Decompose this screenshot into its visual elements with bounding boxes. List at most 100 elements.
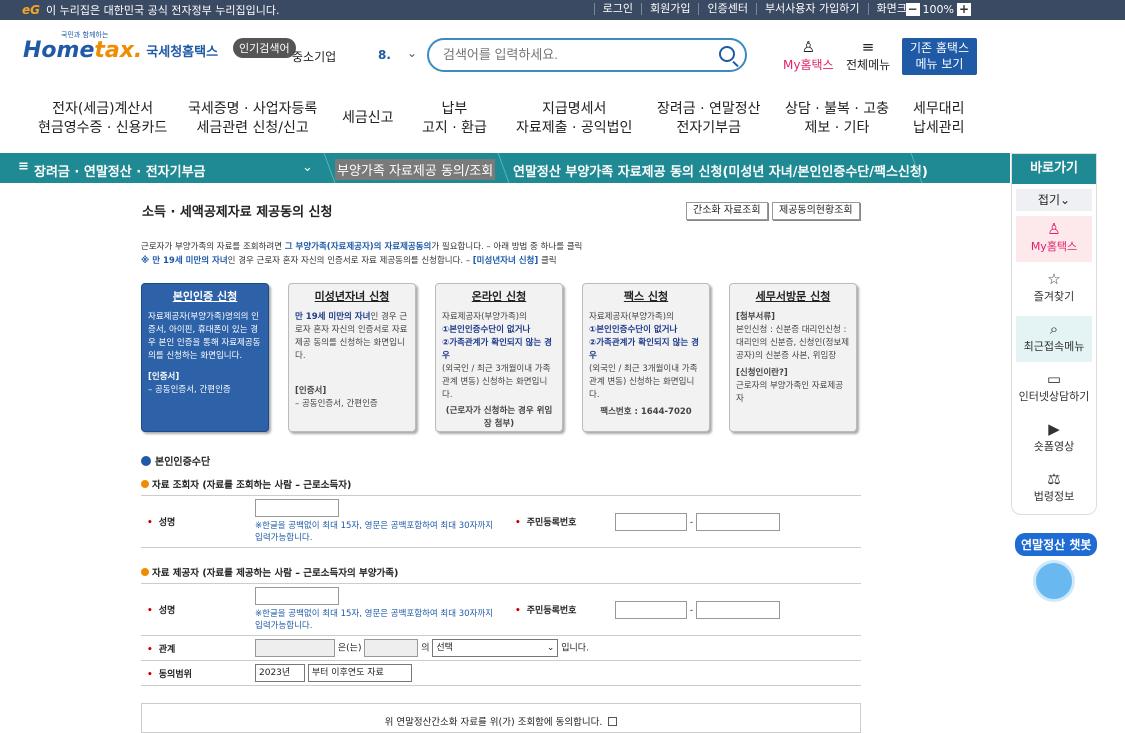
card-extra-title: [인증서] <box>295 386 327 396</box>
quick-fold-button[interactable]: 접기⌄ <box>1016 189 1092 211</box>
search-input[interactable] <box>443 47 713 62</box>
relation-person-b-field <box>364 639 419 657</box>
nav-tax-agent[interactable]: 세무대리 납세관리 <box>913 100 965 138</box>
card-extra-title: [첨부서류] <box>736 312 776 322</box>
quick-favorites[interactable]: ☆ 즐겨찾기 <box>1016 266 1092 312</box>
nav-incentive[interactable]: 장려금 · 연말정산 전자기부금 <box>657 100 761 138</box>
required-mark: • <box>147 606 153 616</box>
provide-rrn-front-input[interactable] <box>615 600 687 619</box>
desc-emph: [미성년자녀 신청] <box>472 256 539 266</box>
range-option-select[interactable]: 부터 이후연도 자료 <box>307 664 412 682</box>
recent-search-icon: ⌕ <box>1049 320 1059 338</box>
old-menu-line2: 메뉴 보기 <box>915 57 964 71</box>
zoom-in-button[interactable]: + <box>957 3 971 16</box>
dept-signup-link[interactable]: 부서사용자 가입하기 <box>755 3 868 15</box>
range-year-value: 2023년 <box>259 668 291 678</box>
nav-label: 상담 · 불복 · 고충 <box>785 101 889 117</box>
quick-label: 최근접속메뉴 <box>1023 340 1085 353</box>
nav-certificate[interactable]: 국세증명 · 사업자등록 세금관련 신청/신고 <box>188 100 317 138</box>
chevron-down-icon[interactable]: ⌄ <box>302 160 313 175</box>
logo-name: 국세청홈택스 <box>146 45 219 60</box>
breadcrumb-level1[interactable]: 장려금 · 연말정산 · 전자기부금 <box>34 161 206 180</box>
card-title: 팩스 신청 <box>623 290 669 303</box>
card-minor-child[interactable]: 미성년자녀 신청 만 19세 미만의 자녀인 경우 근로자 혼자 자신의 인증서… <box>288 283 416 432</box>
main-nav: 전자(세금)계산서현금영수증 · 신용카드 국세증명 · 사업자등록 세금관련 신… <box>0 92 1125 148</box>
rrn-cell: - <box>609 583 861 636</box>
page-title: 소득 · 세액공제자료 제공동의 신청 <box>142 205 333 220</box>
query-rrn-back-input[interactable] <box>695 512 780 531</box>
card-self-auth[interactable]: 본인인증 신청 자료제공자(부양가족)명의의 인증서, 아이핀, 휴대폰이 있는… <box>141 283 269 432</box>
signup-link[interactable]: 회원가입 <box>640 3 698 15</box>
quick-shortform[interactable]: ▶ 숏폼영상 <box>1016 416 1092 462</box>
desc-text: 가 필요합니다. – 아래 방법 중 하나를 클릭 <box>431 242 583 252</box>
myhome-button[interactable]: ♙ My홈택스 <box>783 38 834 73</box>
nav-label: 자료제출 · 공익법인 <box>516 120 633 136</box>
nav-label: 현금영수증 · 신용카드 <box>38 120 168 136</box>
quick-online-consult[interactable]: ▭ 인터넷상담하기 <box>1016 366 1092 412</box>
play-icon: ▶ <box>1048 420 1060 438</box>
all-menu-button[interactable]: ≡ 전체메뉴 <box>846 38 890 73</box>
myhome-label: My홈택스 <box>783 58 834 72</box>
nav-tax-return[interactable]: 세금신고 <box>342 109 394 128</box>
util-links: 로그인 회원가입 인증센터 부서사용자 가입하기 화면크기 <box>593 3 925 15</box>
nav-payment[interactable]: 납부 고지 · 환급 <box>422 100 487 138</box>
popular-search-rank: 8. <box>378 48 391 62</box>
card-title: 본인인증 신청 <box>172 290 238 303</box>
name-hint: ※한글을 공백없이 최대 15자, 영문은 공백포함하여 최대 30자까지 입력… <box>255 521 494 543</box>
hamburger-icon: ≡ <box>861 38 875 56</box>
zoom-control: − 100% + <box>905 3 971 16</box>
chatbot-button[interactable]: 연말정산 챗봇 <box>1015 533 1098 556</box>
query-rrn-front-input[interactable] <box>615 512 687 531</box>
field-label: 주민등록번호 <box>526 518 577 528</box>
card-online[interactable]: 온라인 신청 자료제공자(부양가족)의 ①본인인증수단이 없거나 ②가족관계가 … <box>435 283 563 432</box>
form-row: • 관계 은(는) 의 선택 ⌄ 입니다. <box>141 635 861 661</box>
quick-recent[interactable]: ⌕ 최근접속메뉴 <box>1016 316 1092 362</box>
nav-payment-statement[interactable]: 지급명세서자료제출 · 공익법인 <box>516 100 632 138</box>
bullet-icon <box>141 480 149 488</box>
range-year-select[interactable]: 2023년 <box>255 664 305 682</box>
rrn-label-cell: • 주민등록번호 <box>509 495 609 548</box>
quick-myhome[interactable]: ♙ My홈택스 <box>1016 216 1092 262</box>
provide-name-input[interactable] <box>255 587 339 605</box>
chevron-down-icon[interactable]: ⌄ <box>407 46 417 60</box>
nav-label: 납부 <box>441 101 468 117</box>
card-office-visit[interactable]: 세무서방문 신청 [첨부서류] 본인신청 : 신분증 대리인신청 : 대리인의 … <box>729 283 857 432</box>
old-menu-button[interactable]: 기존 홈택스 메뉴 보기 <box>902 38 977 75</box>
zoom-out-button[interactable]: − <box>905 3 920 16</box>
card-body: 자료제공자(부양가족)의 <box>589 312 674 322</box>
nav-einvoice[interactable]: 전자(세금)계산서현금영수증 · 신용카드 <box>38 100 167 138</box>
card-emph: ②가족관계가 확인되지 않는 경우 <box>442 338 552 361</box>
query-name-input[interactable] <box>255 499 339 517</box>
nav-label: 지급명세서 <box>541 101 607 117</box>
quick-menu-title: 바로가기 <box>1012 154 1096 184</box>
login-link[interactable]: 로그인 <box>593 3 641 15</box>
nav-consult[interactable]: 상담 · 불복 · 고충 제보 · 기타 <box>785 100 889 138</box>
required-mark: • <box>147 669 153 680</box>
name-cell: ※한글을 공백없이 최대 15자, 영문은 공백포함하여 최대 30자까지 입력… <box>249 583 509 636</box>
nav-label: 장려금 · 연말정산 <box>657 101 761 117</box>
breadcrumb-level3[interactable]: 연말정산 부양가족 자료제공 동의 신청(미성년 자녀/본인인증수단/팩스신청) <box>513 161 928 180</box>
chatbot-mascot-icon[interactable] <box>1033 560 1075 602</box>
simple-data-query-button[interactable]: 간소화 자료조회 <box>686 202 768 220</box>
quick-menu: 바로가기 접기⌄ ♙ My홈택스 ☆ 즐겨찾기 ⌕ 최근접속메뉴 ▭ 인터넷상담하기 ▶… <box>1011 153 1097 515</box>
nav-label: 전자(세금)계산서 <box>52 101 154 117</box>
person-icon: ♙ <box>801 38 816 56</box>
provide-rrn-back-input[interactable] <box>695 600 780 619</box>
chevron-down-icon: ⌄ <box>546 643 555 653</box>
desc-emph: ※ 만 19세 미만의 자녀 <box>141 256 228 266</box>
popular-search-word[interactable]: 중소기업 <box>292 48 336 65</box>
star-icon: ☆ <box>1047 270 1061 288</box>
desc-text: 근로자가 부양가족의 자료를 조회하려면 <box>141 242 285 252</box>
popular-search-button[interactable]: 인기검색어 <box>233 38 296 58</box>
cert-center-link[interactable]: 인증센터 <box>698 3 755 15</box>
quick-law[interactable]: ⚖ 법령정보 <box>1016 466 1092 512</box>
consent-status-button[interactable]: 제공동의현황조회 <box>772 202 860 220</box>
search-icon[interactable] <box>719 46 735 62</box>
card-fax[interactable]: 팩스 신청 자료제공자(부양가족)의 ①본인인증수단이 없거나 ②가족관계가 확… <box>582 283 710 432</box>
card-extra: (근로자가 신청하는 경우 위임장 첨부) <box>445 406 553 429</box>
auth-section-title: 본인인증수단 <box>141 453 210 468</box>
hometax-logo[interactable]: 국민과 함께하는 Hometax. 국세청홈택스 <box>23 31 219 63</box>
relation-select[interactable]: 선택 ⌄ <box>432 639 559 657</box>
breadcrumb-level2[interactable]: 부양가족 자료제공 동의/조회 <box>335 159 496 180</box>
desc-emph: 그 부양가족(자료제공자)의 자료제공동의 <box>284 242 432 252</box>
